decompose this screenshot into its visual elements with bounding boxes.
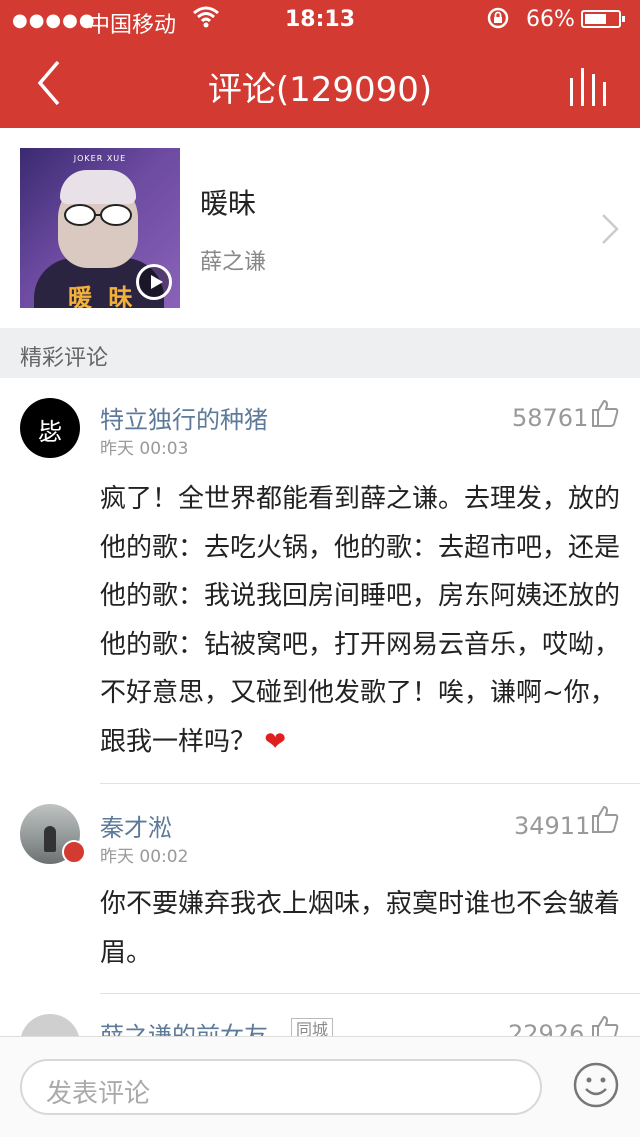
location-badge: 同城 [291, 1018, 334, 1036]
emoji-icon[interactable] [572, 1061, 620, 1109]
thumbs-up-icon[interactable] [590, 804, 620, 834]
comment-username[interactable]: 特立独行的种猪 [100, 400, 268, 435]
vip-badge-icon [62, 840, 86, 864]
rotation-lock-icon [486, 6, 510, 36]
header-bar: ●●●●● 中国移动 18:13 66% 评论(129090) [0, 0, 640, 128]
comment-time: 昨天 00:03 [100, 439, 189, 459]
nav-bar: 评论(129090) [0, 40, 640, 128]
comment-time: 昨天 00:02 [100, 847, 189, 867]
page-title: 评论(129090) [207, 70, 433, 110]
song-title: 暖昧 [200, 187, 257, 220]
album-cover: JOKER XUE 暖 昧 [20, 148, 180, 308]
comment-username[interactable]: 秦才淞 [100, 808, 172, 843]
status-bar: ●●●●● 中国移动 18:13 66% [0, 0, 640, 40]
cover-brand: JOKER XUE [73, 154, 127, 163]
comment-composer: 发表评论 [0, 1036, 640, 1137]
chevron-right-icon[interactable] [600, 212, 620, 246]
like-count: 58761 [512, 404, 589, 432]
section-title: 精彩评论 [20, 346, 109, 371]
song-artist: 薛之谦 [200, 250, 267, 275]
comment-input[interactable]: 发表评论 [20, 1059, 542, 1115]
comment-input-placeholder: 发表评论 [46, 1079, 151, 1109]
comment-item: 薛之谦的前女友 同城 22926 [0, 994, 640, 1036]
now-playing-button[interactable] [566, 64, 616, 108]
battery-icon [581, 10, 625, 28]
avatar[interactable]: 毖 [20, 398, 80, 458]
like-count: 34911 [514, 812, 591, 840]
equalizer-icon [570, 68, 606, 106]
section-header: 精彩评论 [0, 328, 640, 378]
like-count: 22926 [508, 1020, 585, 1036]
thumbs-up-icon[interactable] [590, 398, 620, 428]
thumbs-up-icon[interactable] [590, 1014, 620, 1036]
battery-percent: 66% [526, 7, 575, 32]
heart-icon: ❤ [264, 726, 287, 757]
comment-item: 毖 特立独行的种猪 昨天 00:03 58761 疯了！全世界都能看到薛之谦。去… [0, 378, 640, 784]
cover-title: 暖 昧 [68, 284, 137, 308]
comment-text: 你不要嫌弃我衣上烟味，寂寞时谁也不会皱着眉。 [100, 889, 621, 968]
comment-text: 疯了！全世界都能看到薛之谦。去理发，放的他的歌：去吃火锅，他的歌：去超市吧，还是… [100, 484, 621, 757]
avatar[interactable] [20, 1014, 80, 1036]
comment-item: 秦才淞 昨天 00:02 34911 你不要嫌弃我衣上烟味，寂寞时谁也不会皱着眉… [0, 784, 640, 994]
song-card[interactable]: JOKER XUE 暖 昧 暖昧 薛之谦 [0, 128, 640, 328]
play-icon[interactable] [136, 264, 172, 300]
comment-username[interactable]: 薛之谦的前女友 [100, 1016, 268, 1036]
